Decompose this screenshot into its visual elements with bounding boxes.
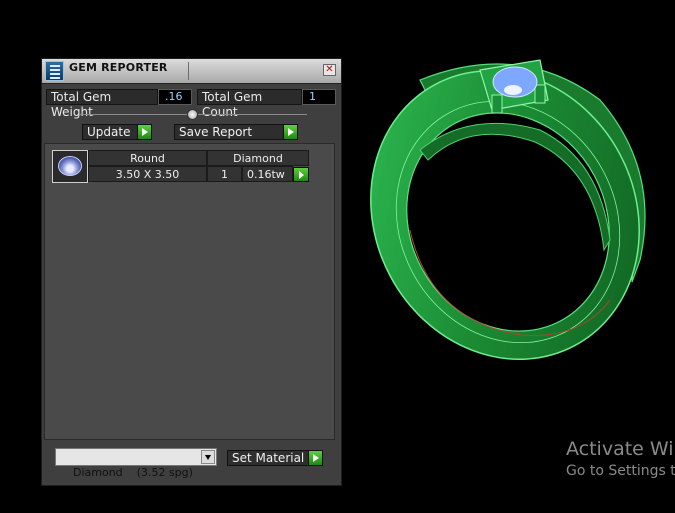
material-select-value: Diamond (3.52 spg)	[73, 466, 193, 479]
gem-list	[44, 143, 335, 440]
set-material-button[interactable]: Set Material	[227, 450, 323, 466]
close-icon[interactable]: ✕	[323, 64, 336, 76]
diamond-highlight	[504, 85, 522, 95]
save-report-button[interactable]: Save Report	[174, 124, 298, 140]
save-report-button-label: Save Report	[179, 125, 253, 139]
round-gem-icon	[58, 156, 82, 176]
titlebar-divider	[188, 62, 189, 80]
update-button-label: Update	[87, 125, 131, 139]
gem-size-cell: 3.50 X 3.50	[88, 166, 207, 182]
play-arrow-icon	[137, 125, 151, 139]
set-material-button-label: Set Material	[232, 451, 305, 465]
total-gem-weight-value: .16	[158, 89, 192, 105]
slider-handle[interactable]	[187, 109, 198, 120]
activation-watermark-line1: Activate Win	[566, 438, 675, 460]
gem-reporter-panel: GEM REPORTER ✕ Total Gem Weight .16 Tota…	[41, 58, 342, 486]
gem-reporter-app-icon	[45, 61, 64, 81]
play-arrow-icon	[283, 125, 297, 139]
panel-titlebar[interactable]: GEM REPORTER ✕	[42, 59, 341, 84]
gem-thumbnail[interactable]	[52, 150, 88, 183]
gem-count-cell: 1	[207, 166, 242, 182]
total-gem-count-value: 1	[302, 89, 336, 105]
gem-weight-cell: 0.16tw	[242, 166, 293, 182]
gem-row-go-button[interactable]	[293, 167, 309, 182]
total-gem-weight-label: Total Gem Weight	[46, 89, 158, 119]
update-button[interactable]: Update	[82, 124, 152, 140]
gem-material-cell: Diamond	[207, 150, 309, 166]
setting-prong	[534, 84, 546, 104]
chevron-down-icon[interactable]	[201, 450, 215, 464]
setting-prong	[491, 94, 503, 114]
panel-title: GEM REPORTER	[69, 61, 168, 74]
material-select[interactable]: Diamond (3.52 spg)	[55, 448, 217, 479]
activation-watermark-line2: Go to Settings to	[566, 463, 675, 479]
play-arrow-icon	[308, 451, 322, 465]
total-gem-count-label: Total Gem Count	[197, 89, 302, 119]
gem-shape-cell: Round	[88, 150, 207, 166]
